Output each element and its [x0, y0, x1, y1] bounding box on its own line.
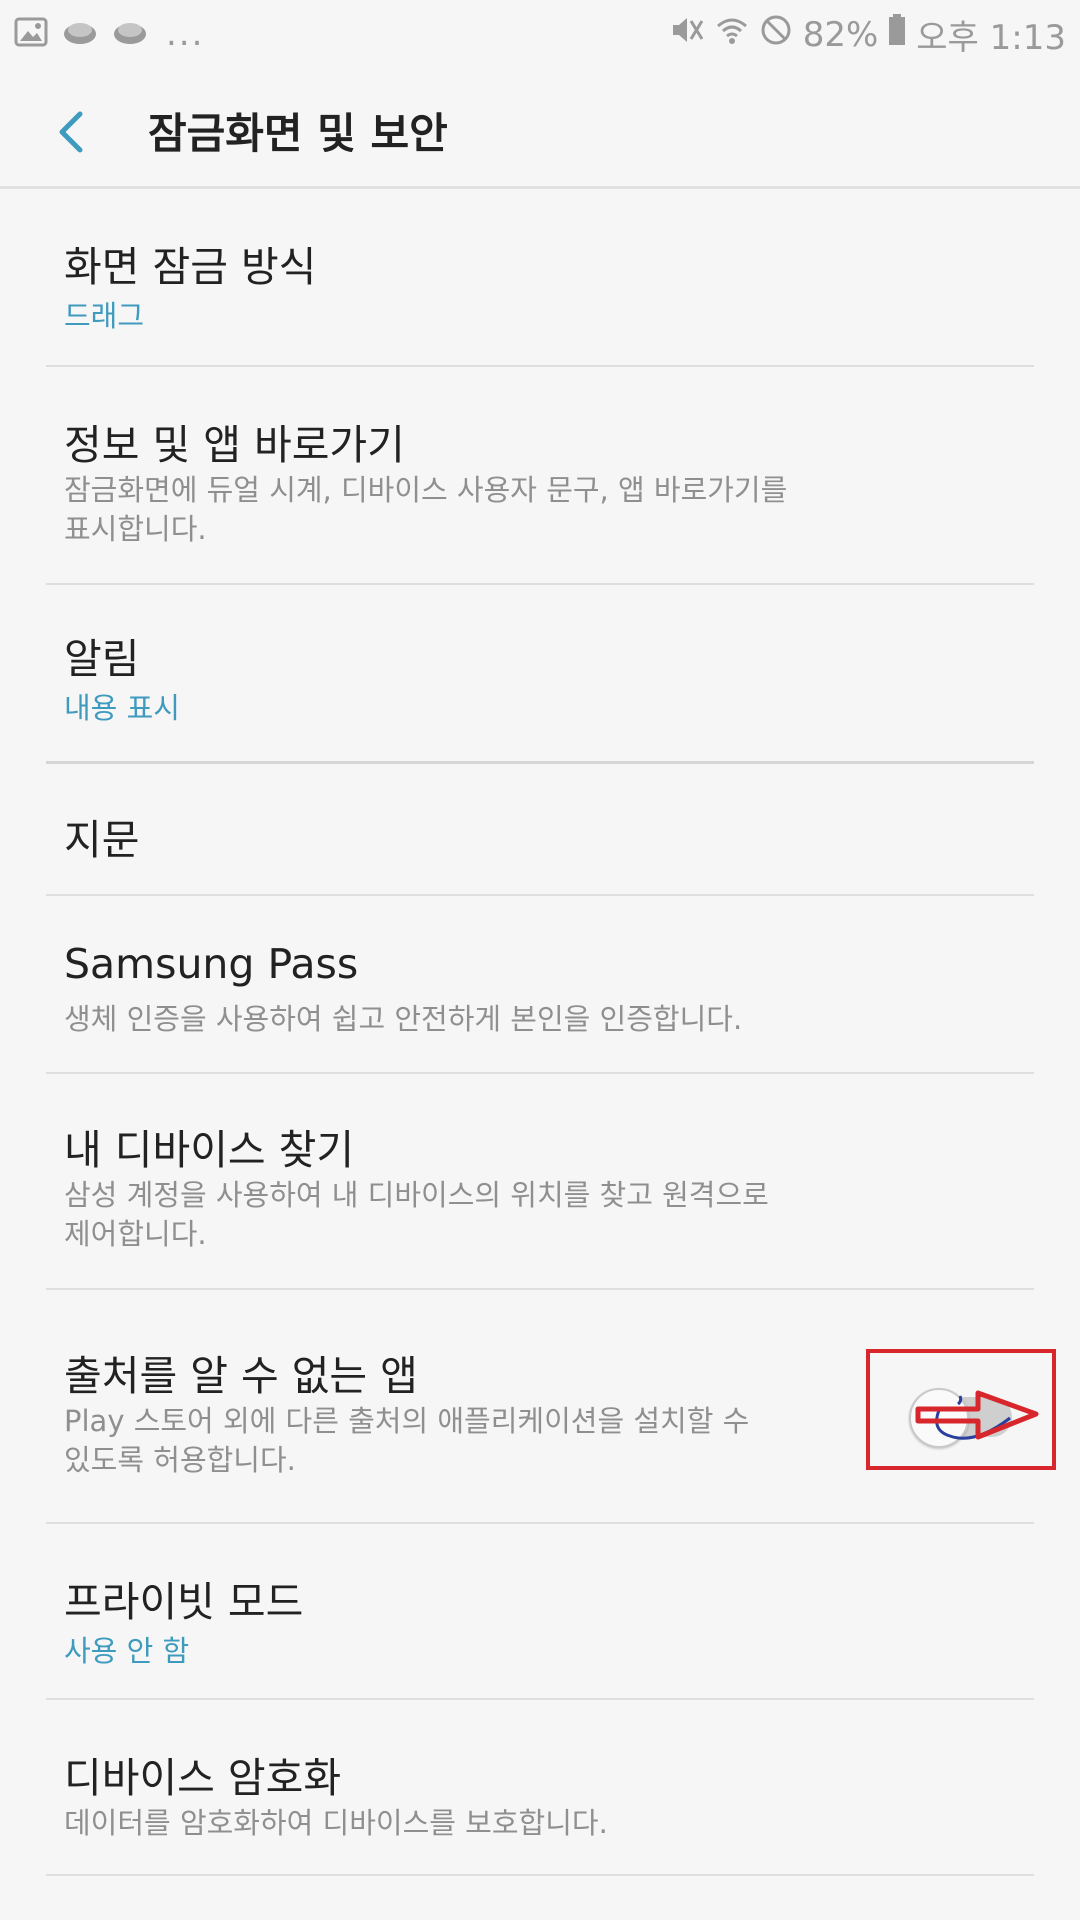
- setting-find-my-device[interactable]: 내 디바이스 찾기 삼성 계정을 사용하여 내 디바이스의 위치를 찾고 원격으…: [0, 1074, 1080, 1290]
- setting-title: 디바이스 암호화: [64, 1754, 342, 1802]
- setting-info-app-shortcuts[interactable]: 정보 및 앱 바로가기 잠금화면에 듀얼 시계, 디바이스 사용자 문구, 앱 …: [0, 367, 1080, 585]
- do-not-disturb-icon: [759, 13, 793, 56]
- setting-description-line: 생체 인증을 사용하여 쉽고 안전하게 본인을 인증합니다.: [64, 1002, 743, 1036]
- setting-fingerprint[interactable]: 지문: [0, 764, 1080, 896]
- chevron-left-icon: [59, 111, 83, 153]
- mute-icon: [669, 13, 705, 56]
- settings-list: 화면 잠금 방식 드래그 정보 및 앱 바로가기 잠금화면에 듀얼 시계, 디바…: [0, 189, 1080, 1876]
- divider: [46, 1874, 1034, 1876]
- gallery-icon: [14, 17, 48, 51]
- setting-title: 프라이빗 모드: [64, 1578, 304, 1626]
- setting-description-line: 잠금화면에 듀얼 시계, 디바이스 사용자 문구, 앱 바로가기를: [64, 473, 788, 507]
- status-bar-left: ...: [14, 14, 204, 54]
- setting-description-line: 데이터를 암호화하여 디바이스를 보호합니다.: [64, 1806, 608, 1840]
- setting-description-line: Play 스토어 외에 다른 출처의 애플리케이션을 설치할 수: [64, 1404, 750, 1438]
- more-notifications-indicator: ...: [166, 14, 205, 54]
- setting-screen-lock-type[interactable]: 화면 잠금 방식 드래그: [0, 189, 1080, 367]
- setting-value: 드래그: [64, 299, 145, 333]
- wifi-icon: [715, 13, 749, 56]
- cloud-icon: [62, 18, 98, 50]
- setting-title: 내 디바이스 찾기: [64, 1126, 355, 1174]
- setting-value: 사용 안 함: [64, 1634, 190, 1668]
- clock: 오후 1:13: [916, 18, 1066, 58]
- setting-description-line: 삼성 계정을 사용하여 내 디바이스의 위치를 찾고 원격으로: [64, 1178, 769, 1212]
- setting-private-mode[interactable]: 프라이빗 모드 사용 안 함: [0, 1524, 1080, 1700]
- setting-title: 지문: [64, 816, 140, 864]
- setting-device-encryption[interactable]: 디바이스 암호화 데이터를 암호화하여 디바이스를 보호합니다.: [0, 1700, 1080, 1876]
- battery-icon: [888, 14, 906, 55]
- setting-description-line: 제어합니다.: [64, 1217, 207, 1251]
- annotation-highlight-box: [866, 1349, 1056, 1470]
- setting-title: 출처를 알 수 없는 앱: [64, 1352, 418, 1400]
- setting-description-line: 있도록 허용합니다.: [64, 1443, 296, 1477]
- page-title: 잠금화면 및 보안: [148, 109, 448, 158]
- setting-description-line: 표시합니다.: [64, 512, 207, 546]
- status-bar: ... 82% 오후 1:13: [0, 0, 1080, 70]
- setting-title: Samsung Pass: [64, 940, 359, 988]
- setting-title: 화면 잠금 방식: [64, 243, 317, 291]
- battery-percent: 82%: [802, 14, 879, 55]
- setting-notifications[interactable]: 알림 내용 표시: [0, 585, 1080, 764]
- setting-value: 내용 표시: [64, 691, 180, 725]
- app-bar: 잠금화면 및 보안: [0, 70, 1080, 189]
- setting-samsung-pass[interactable]: Samsung Pass 생체 인증을 사용하여 쉽고 안전하게 본인을 인증합…: [0, 896, 1080, 1074]
- setting-title: 정보 및 앱 바로가기: [64, 421, 405, 469]
- setting-title: 알림: [64, 635, 140, 683]
- status-bar-right: 82% 오후 1:13: [669, 10, 1066, 59]
- back-button[interactable]: [44, 102, 104, 162]
- cloud-icon: [112, 18, 148, 50]
